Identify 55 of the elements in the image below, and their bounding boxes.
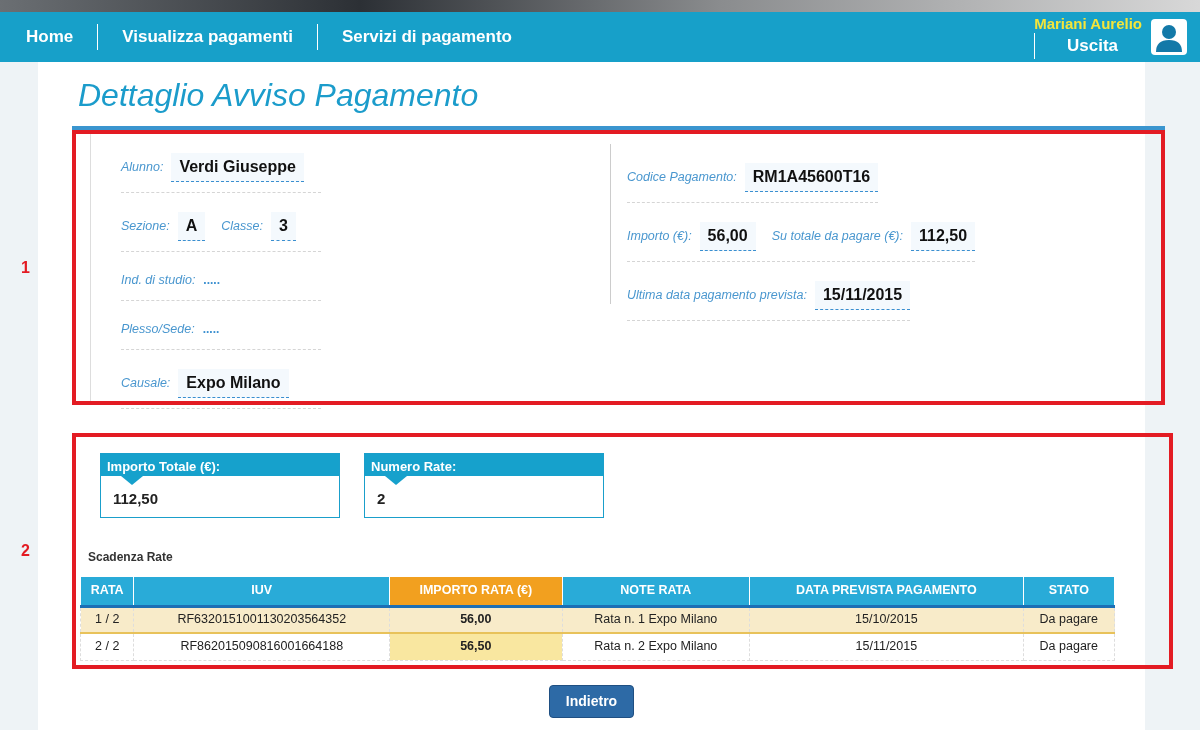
column-header: STATO: [1023, 576, 1115, 606]
table-cell: 56,00: [389, 606, 562, 633]
field-label: Plesso/Sede:: [121, 320, 195, 338]
table-cell: Rata n. 2 Expo Milano: [562, 633, 750, 660]
table-cell: 15/10/2015: [749, 606, 1024, 633]
field-value: .....: [202, 321, 220, 339]
table-cell: Da pagare: [1023, 633, 1115, 660]
field-label: Importo (€):: [627, 228, 692, 246]
field-label: Sezione:: [121, 218, 170, 236]
field-value: 15/11/2015: [814, 281, 911, 310]
table-cell: 1 / 2: [80, 606, 134, 633]
field-label: Su totale da pagare (€):: [771, 228, 903, 246]
field-value: 56,00: [699, 222, 756, 251]
field-value: 112,50: [911, 222, 976, 251]
field-label: Causale:: [121, 374, 171, 392]
column-header: DATA PREVISTA PAGAMENTO: [749, 576, 1024, 606]
table-cell: 2 / 2: [80, 633, 134, 660]
column-header: IMPORTO RATA (€): [389, 576, 562, 606]
field-value: 3: [270, 212, 296, 241]
summary-label: Importo Totale (€):: [107, 459, 221, 474]
field-label: Codice Pagamento:: [627, 169, 737, 187]
table-cell: Da pagare: [1023, 606, 1115, 633]
field-value: Verdi Giuseppe: [171, 153, 304, 182]
nav-link[interactable]: Home: [14, 24, 98, 50]
logout-link[interactable]: Uscita: [1034, 33, 1142, 59]
user-avatar-icon[interactable]: [1150, 18, 1188, 56]
user-name: Mariani Aurelio: [1034, 15, 1142, 33]
field-value: Expo Milano: [178, 368, 289, 398]
summary-value: 112,50: [113, 490, 159, 507]
column-header: RATA: [80, 576, 134, 606]
back-button[interactable]: Indietro: [548, 685, 635, 718]
field-label: Ind. di studio:: [121, 272, 196, 289]
page-title: Dettaglio Avviso Pagamento: [78, 76, 480, 114]
table-row[interactable]: 1 / 2 RF6320151001130203564352 56,00 Rata n. 1 Expo Milano 15/10/2015 Da pagare: [80, 606, 1115, 633]
table-cell: 56,50: [389, 633, 562, 660]
annotation-number: 1: [20, 257, 31, 278]
nav-link[interactable]: Servizi di pagamento: [316, 24, 536, 50]
field-label: Ultima data pagamento prevista:: [627, 287, 807, 305]
field-label: Classe:: [221, 218, 263, 236]
annotation-number: 2: [20, 541, 31, 561]
summary-label: Numero Rate:: [371, 459, 457, 474]
table-cell: RF862015090816001664188: [133, 633, 390, 660]
field-value: RM1A45600T16: [744, 163, 879, 192]
field-value: A: [177, 212, 206, 241]
column-header: NOTE RATA: [562, 576, 750, 606]
summary-value: 2: [377, 490, 386, 507]
table-row[interactable]: 2 / 2 RF862015090816001664188 56,50 Rata n. 2 Expo Milano 15/11/2015 Da pagare: [80, 633, 1115, 660]
column-header: IUV: [133, 576, 390, 606]
table-title: Scadenza Rate: [88, 548, 174, 566]
table-cell: RF6320151001130203564352: [133, 606, 390, 633]
nav-link[interactable]: Visualizza pagamenti: [97, 24, 317, 50]
field-label: Alunno:: [121, 159, 164, 177]
field-value: .....: [203, 272, 221, 290]
table-cell: 15/11/2015: [749, 633, 1024, 660]
table-cell: Rata n. 1 Expo Milano: [562, 606, 750, 633]
